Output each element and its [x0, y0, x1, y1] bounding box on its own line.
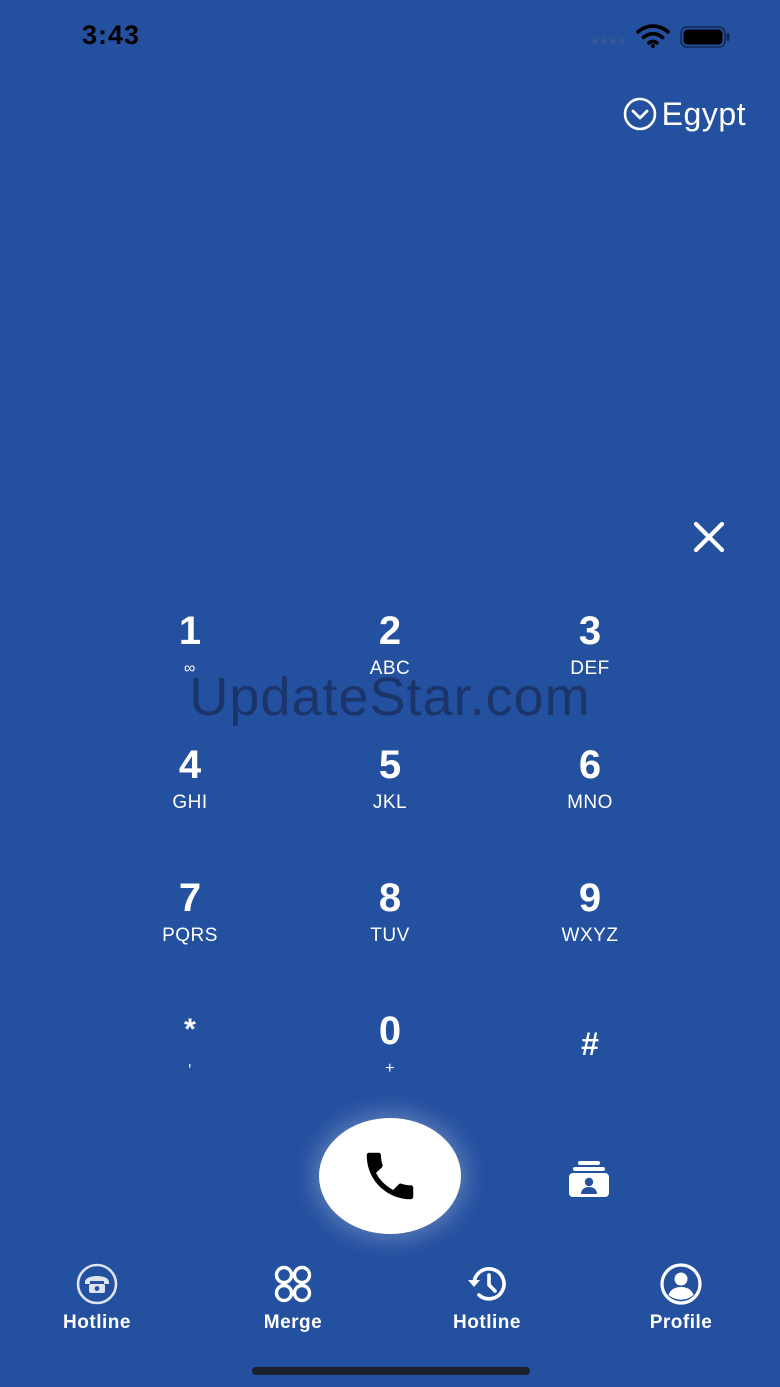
tab-bar: Hotline Merge Hotline Profile [0, 1262, 780, 1342]
key-4[interactable]: 4 GHI [90, 739, 290, 849]
key-letters: GHI [172, 792, 208, 813]
phone-icon [366, 1152, 414, 1200]
status-time: 3:43 [82, 20, 141, 50]
number-display [40, 190, 740, 480]
key-2[interactable]: 2 ABC [290, 605, 490, 715]
key-0[interactable]: 0 + [290, 1005, 490, 1115]
status-bar: 3:43 [0, 0, 780, 70]
key-letters: ABC [369, 658, 411, 679]
country-selector[interactable]: Egypt [622, 94, 746, 134]
key-digit: 5 [378, 743, 402, 787]
keypad: 1 ∞ 2 ABC 3 DEF 4 GHI 5 JKL 6 MNO 7 PQRS… [90, 605, 690, 1135]
key-3[interactable]: 3 DEF [490, 605, 690, 715]
key-letters: DEF [570, 658, 610, 679]
key-digit: 7 [178, 876, 202, 920]
grid-circles-icon [274, 1265, 312, 1303]
user-circle-icon [660, 1263, 702, 1305]
key-digit: 8 [378, 876, 402, 920]
key-letters: PQRS [162, 925, 218, 946]
close-icon[interactable] [688, 516, 730, 558]
key-6[interactable]: 6 MNO [490, 739, 690, 849]
tab-label: Hotline [63, 1312, 131, 1333]
key-letters: ∞ [184, 660, 196, 677]
key-digit: 4 [178, 743, 202, 787]
key-digit: 0 [378, 1009, 402, 1053]
key-letters: , [187, 1053, 193, 1070]
tab-merge[interactable]: Merge [223, 1262, 363, 1342]
key-digit: 6 [578, 743, 602, 787]
key-1[interactable]: 1 ∞ [90, 605, 290, 715]
tab-hotline[interactable]: Hotline [27, 1262, 167, 1342]
key-9[interactable]: 9 WXYZ [490, 872, 690, 982]
key-star[interactable]: * , [90, 1010, 290, 1120]
key-letters: MNO [567, 792, 613, 813]
history-clock-icon [468, 1267, 506, 1301]
wifi-icon [636, 24, 670, 48]
signal-dots-icon [592, 38, 625, 44]
home-indicator [252, 1367, 530, 1375]
key-letters: WXYZ [561, 925, 619, 946]
key-letters: TUV [370, 925, 410, 946]
key-digit: * [184, 1013, 196, 1046]
tab-label: Profile [649, 1312, 713, 1333]
key-8[interactable]: 8 TUV [290, 872, 490, 982]
battery-icon [680, 26, 730, 48]
tab-history[interactable]: Hotline [417, 1262, 557, 1342]
chevron-down-circle-icon [623, 97, 656, 131]
tab-label: Hotline [453, 1312, 521, 1333]
call-button[interactable] [319, 1118, 461, 1234]
telephone-icon [76, 1263, 118, 1305]
country-name: Egypt [661, 95, 746, 132]
key-digit: # [581, 1026, 599, 1062]
key-5[interactable]: 5 JKL [290, 739, 490, 849]
contacts-card-icon[interactable] [568, 1160, 610, 1198]
key-digit: 2 [378, 609, 402, 653]
tab-profile[interactable]: Profile [611, 1262, 751, 1342]
key-letters: + [385, 1060, 395, 1077]
tab-label: Merge [263, 1312, 323, 1333]
key-digit: 9 [578, 876, 602, 920]
key-digit: 3 [578, 609, 602, 653]
key-7[interactable]: 7 PQRS [90, 872, 290, 982]
key-digit: 1 [178, 609, 202, 653]
key-hash[interactable]: # [490, 1019, 690, 1129]
key-letters: JKL [372, 792, 408, 813]
